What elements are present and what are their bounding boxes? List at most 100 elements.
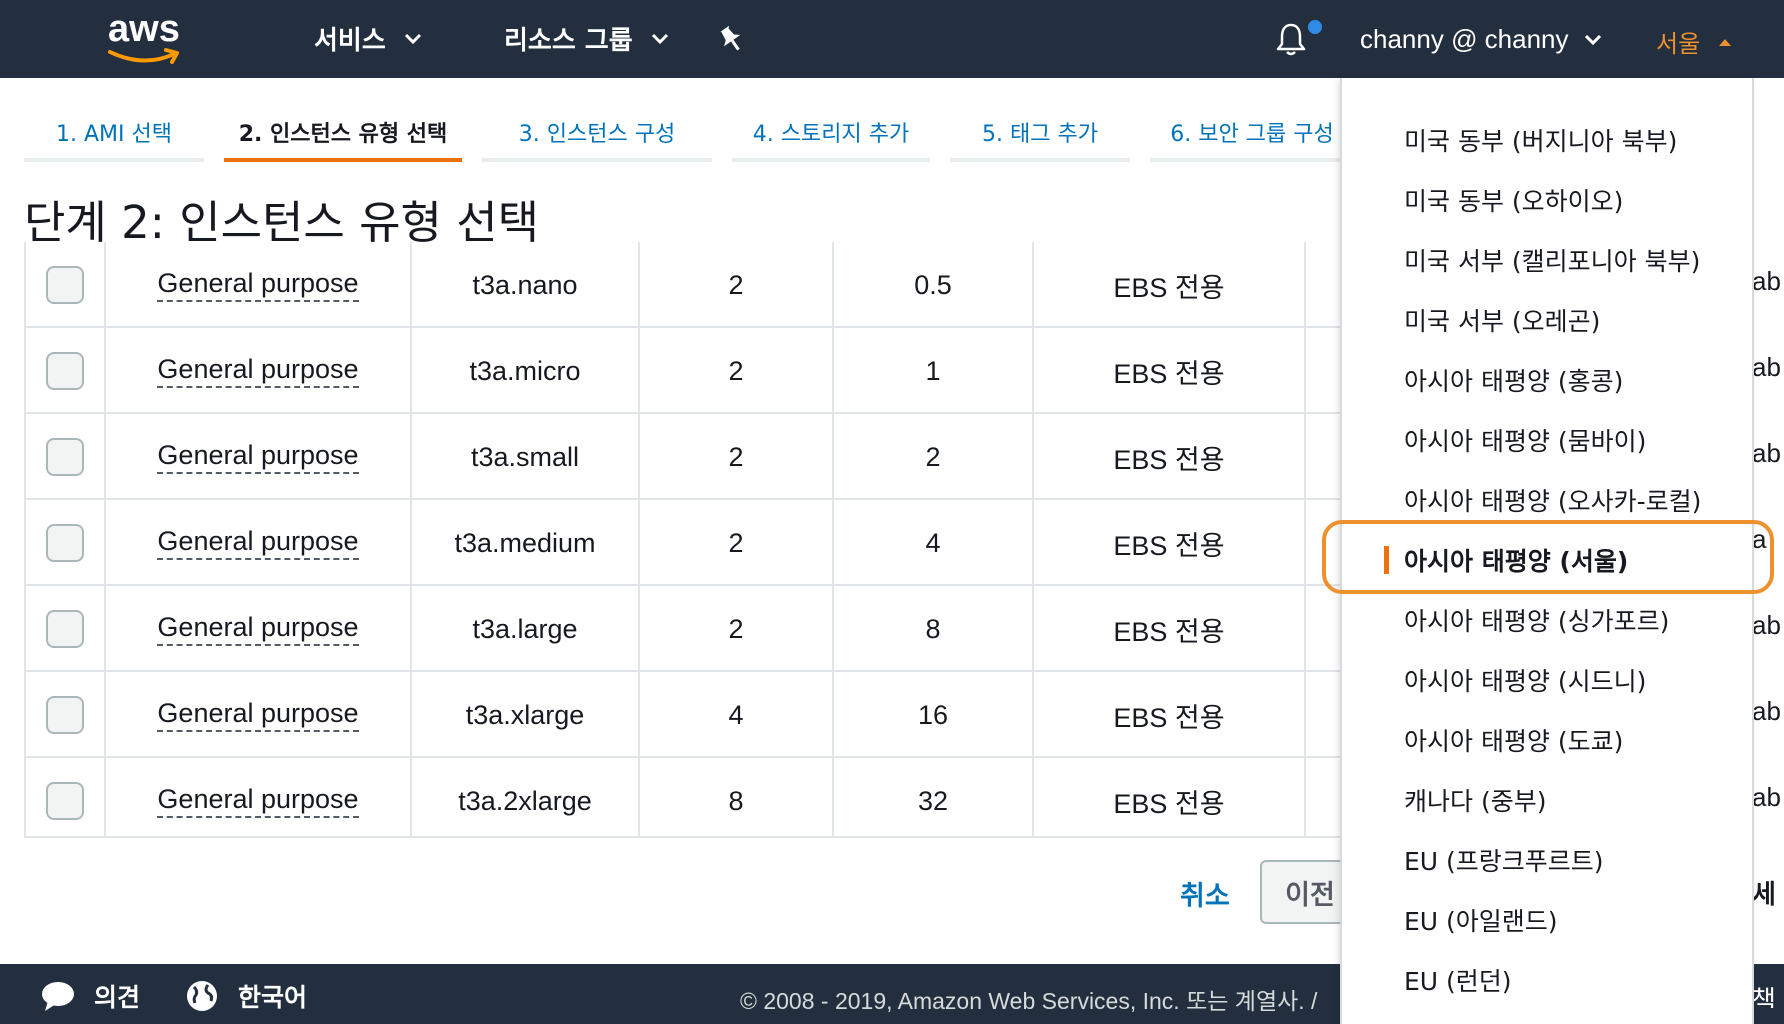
row-checkbox-cell[interactable] (26, 586, 106, 672)
row-checkbox[interactable] (46, 524, 84, 562)
tab-step-4[interactable]: 4. 스토리지 추가 (732, 106, 930, 162)
region-option[interactable]: EU (런던) (1404, 962, 1512, 998)
table-row[interactable]: General purpose t3a.xlarge 4 16 EBS 전용 (26, 672, 1344, 758)
tab-step-1[interactable]: 1. AMI 선택 (24, 106, 204, 162)
speech-bubble-icon (42, 982, 74, 1011)
row-checkbox[interactable] (46, 610, 84, 648)
family-link[interactable]: General purpose (157, 612, 359, 646)
table-row[interactable]: General purpose t3a.small 2 2 EBS 전용 (26, 414, 1344, 500)
storage-cell: EBS 전용 (1034, 758, 1306, 836)
row-checkbox-cell[interactable] (26, 328, 106, 414)
type-cell: t3a.nano (412, 242, 640, 328)
services-label: 서비스 (314, 26, 386, 56)
row-checkbox[interactable] (46, 266, 84, 304)
user-label: channy @ channy (1360, 24, 1569, 54)
region-option[interactable]: 미국 서부 (캘리포니아 북부) (1404, 242, 1700, 278)
region-option[interactable]: 캐나다 (중부) (1404, 782, 1546, 818)
clipped-cell-text: ab (1752, 438, 1781, 468)
region-option[interactable]: 아시아 태평양 (도쿄) (1404, 722, 1623, 758)
aws-logo[interactable]: aws (104, 8, 188, 66)
region-option[interactable]: 미국 동부 (버지니아 북부) (1404, 122, 1677, 158)
wizard-steps: 1. AMI 선택 2. 인스턴스 유형 선택 3. 인스턴스 구성 4. 스토… (24, 106, 1354, 162)
tab-step-5[interactable]: 5. 태그 추가 (950, 106, 1130, 162)
chevron-up-icon (1719, 38, 1732, 46)
feedback-button[interactable]: 의견 (40, 978, 140, 1014)
next-button-clipped[interactable]: 세 (1752, 874, 1784, 911)
globe-icon (187, 981, 217, 1011)
storage-cell: EBS 전용 (1034, 500, 1306, 586)
tab-step-3[interactable]: 3. 인스턴스 구성 (482, 106, 712, 162)
table-row[interactable]: General purpose t3a.nano 2 0.5 EBS 전용 (26, 242, 1344, 328)
chevron-down-icon (1584, 34, 1601, 45)
resource-groups-label: 리소스 그룹 (504, 26, 633, 56)
storage-cell: EBS 전용 (1034, 242, 1306, 328)
family-link[interactable]: General purpose (157, 526, 359, 560)
tab-step-2[interactable]: 2. 인스턴스 유형 선택 (224, 106, 462, 162)
bell-icon[interactable] (1272, 20, 1310, 58)
storage-cell: EBS 전용 (1034, 672, 1306, 758)
table-row[interactable]: General purpose t3a.micro 2 1 EBS 전용 (26, 328, 1344, 414)
memory-cell: 32 (834, 758, 1034, 836)
clipped-cell-text: ab (1752, 782, 1781, 812)
table-row[interactable]: General purpose t3a.medium 2 4 EBS 전용 (26, 500, 1344, 586)
row-checkbox-cell[interactable] (26, 672, 106, 758)
family-link[interactable]: General purpose (157, 268, 359, 302)
row-checkbox[interactable] (46, 438, 84, 476)
pin-icon[interactable] (716, 24, 746, 54)
region-option[interactable]: 미국 동부 (오하이오) (1404, 182, 1623, 218)
row-checkbox-cell[interactable] (26, 500, 106, 586)
chevron-down-icon (404, 33, 421, 44)
clipped-cell-text: ab (1752, 266, 1781, 296)
family-link[interactable]: General purpose (157, 784, 359, 818)
type-cell: t3a.2xlarge (412, 758, 640, 836)
services-menu[interactable]: 서비스 (314, 20, 422, 57)
family-cell: General purpose (106, 328, 412, 414)
row-checkbox[interactable] (46, 782, 84, 820)
row-checkbox-cell[interactable] (26, 242, 106, 328)
family-cell: General purpose (106, 758, 412, 836)
vcpu-cell: 2 (640, 500, 834, 586)
table-row[interactable]: General purpose t3a.2xlarge 8 32 EBS 전용 (26, 758, 1344, 836)
clipped-cell-text: ab (1752, 696, 1781, 726)
language-selector[interactable]: 한국어 (184, 978, 307, 1014)
vcpu-cell: 8 (640, 758, 834, 836)
family-link[interactable]: General purpose (157, 354, 359, 388)
resource-groups-menu[interactable]: 리소스 그룹 (504, 20, 669, 57)
region-label: 서울 (1656, 30, 1701, 58)
region-option[interactable]: EU (프랑크푸르트) (1404, 842, 1604, 878)
row-checkbox[interactable] (46, 352, 84, 390)
region-option[interactable]: 아시아 태평양 (홍콩) (1404, 362, 1623, 398)
row-checkbox[interactable] (46, 696, 84, 734)
region-option[interactable]: 아시아 태평양 (싱가포르) (1404, 602, 1669, 638)
region-option[interactable]: 아시아 태평양 (시드니) (1404, 662, 1646, 698)
region-menu[interactable]: 서울 (1656, 24, 1732, 59)
clipped-cell-text: ab (1752, 352, 1781, 382)
tab-step-6[interactable]: 6. 보안 그룹 구성 (1150, 106, 1354, 162)
top-navigation-bar: aws 서비스 리소스 그룹 channy @ channy 서울 (0, 0, 1784, 78)
type-cell: t3a.large (412, 586, 640, 672)
vcpu-cell: 4 (640, 672, 834, 758)
feedback-label: 의견 (94, 983, 141, 1012)
type-cell: t3a.micro (412, 328, 640, 414)
memory-cell: 0.5 (834, 242, 1034, 328)
region-option[interactable]: 아시아 태평양 (오사카-로컬) (1404, 482, 1701, 518)
region-option[interactable]: 아시아 태평양 (뭄바이) (1404, 422, 1646, 458)
region-option[interactable]: 미국 서부 (오레곤) (1404, 302, 1600, 338)
type-cell: t3a.xlarge (412, 672, 640, 758)
row-checkbox-cell[interactable] (26, 758, 106, 836)
copyright-text: © 2008 - 2019, Amazon Web Services, Inc.… (740, 988, 1318, 1014)
user-menu[interactable]: channy @ channy (1360, 24, 1601, 55)
cancel-link[interactable]: 취소 (1180, 874, 1230, 913)
footer-clipped-text: 책 (1752, 972, 1784, 1008)
family-link[interactable]: General purpose (157, 698, 359, 732)
vcpu-cell: 2 (640, 414, 834, 500)
table-row[interactable]: General purpose t3a.large 2 8 EBS 전용 (26, 586, 1344, 672)
aws-logo-text: aws (108, 8, 180, 50)
memory-cell: 4 (834, 500, 1034, 586)
vcpu-cell: 2 (640, 242, 834, 328)
row-checkbox-cell[interactable] (26, 414, 106, 500)
region-option[interactable]: EU (아일랜드) (1404, 902, 1558, 938)
memory-cell: 2 (834, 414, 1034, 500)
family-cell: General purpose (106, 586, 412, 672)
family-link[interactable]: General purpose (157, 440, 359, 474)
